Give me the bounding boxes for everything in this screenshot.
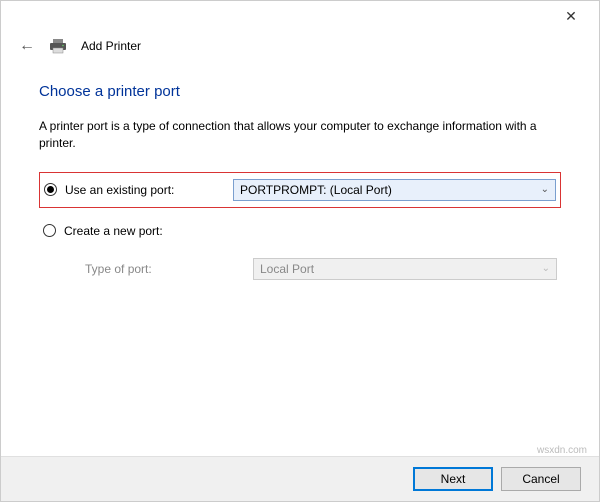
type-of-port-dropdown: Local Port ⌄: [253, 258, 557, 280]
radio-create-new-label[interactable]: Create a new port:: [64, 224, 224, 238]
existing-port-value: PORTPROMPT: (Local Port): [240, 183, 392, 197]
titlebar: ✕: [1, 1, 599, 31]
chevron-down-icon: ⌄: [542, 263, 550, 274]
radio-create-new[interactable]: [43, 224, 56, 237]
option-use-existing-port[interactable]: Use an existing port: PORTPROMPT: (Local…: [39, 172, 561, 208]
page-description: A printer port is a type of connection t…: [39, 118, 561, 152]
footer: Next Cancel: [1, 457, 599, 501]
page-heading: Choose a printer port: [39, 83, 561, 100]
next-button[interactable]: Next: [413, 467, 493, 491]
type-of-port-label: Type of port:: [85, 262, 245, 276]
type-of-port-value: Local Port: [260, 262, 314, 276]
existing-port-dropdown[interactable]: PORTPROMPT: (Local Port) ⌄: [233, 179, 556, 201]
option-create-new-port[interactable]: Create a new port:: [39, 218, 561, 244]
content-area: Choose a printer port A printer port is …: [1, 65, 599, 456]
close-button[interactable]: ✕: [551, 2, 591, 30]
printer-icon: [49, 38, 67, 54]
radio-use-existing-label[interactable]: Use an existing port:: [65, 183, 225, 197]
back-button[interactable]: ←: [19, 37, 35, 55]
type-of-port-row: Type of port: Local Port ⌄: [39, 254, 561, 284]
add-printer-wizard: ✕ ← Add Printer Choose a printer port A …: [0, 0, 600, 502]
radio-use-existing[interactable]: [44, 183, 57, 196]
cancel-button[interactable]: Cancel: [501, 467, 581, 491]
wizard-title: Add Printer: [81, 39, 141, 53]
header-row: ← Add Printer: [1, 31, 599, 65]
chevron-down-icon: ⌄: [541, 184, 549, 195]
watermark: wsxdn.com: [537, 445, 587, 456]
